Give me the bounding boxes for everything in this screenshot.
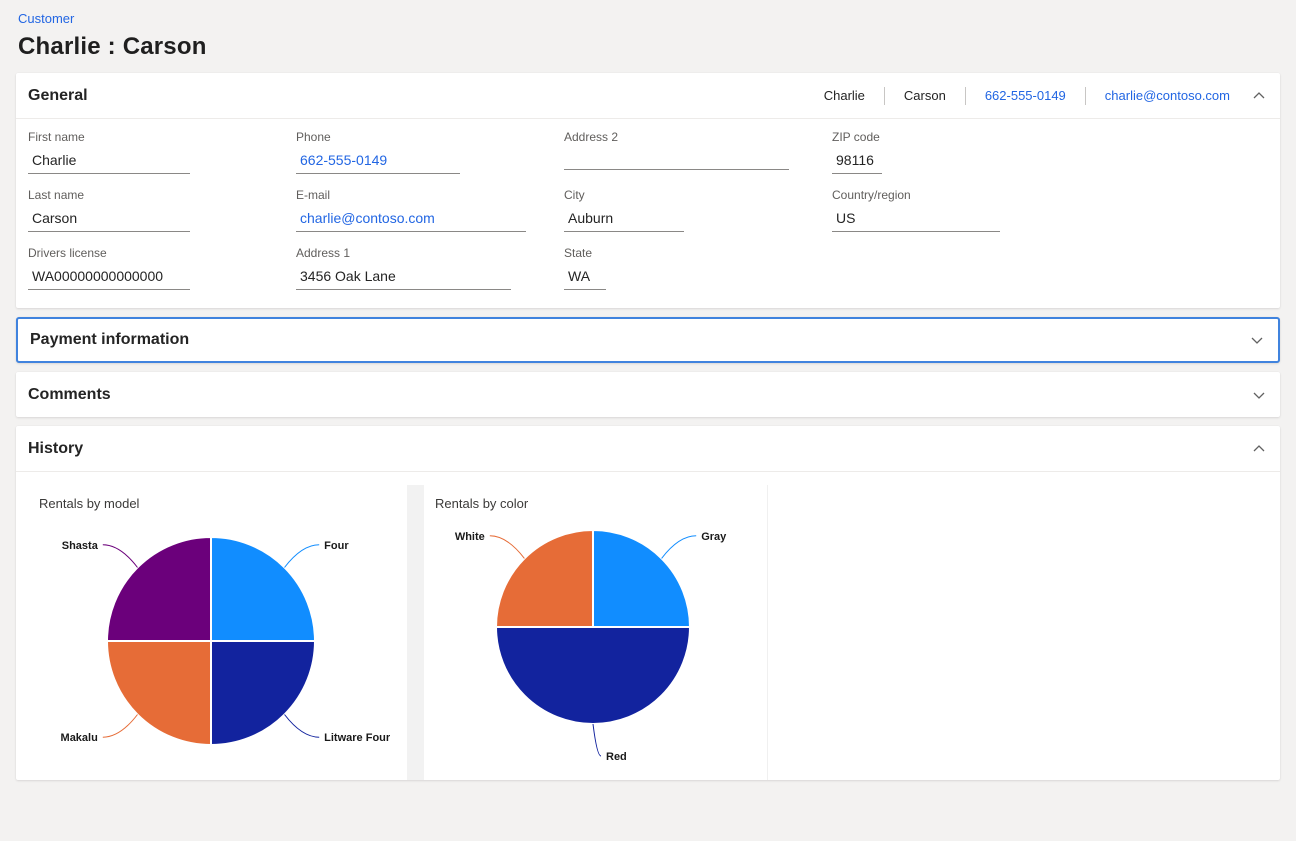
chart-tile-rentals-by-model: Rentals by model Four Litware Four Makalu Sh…	[28, 485, 407, 780]
e-mail-input[interactable]: charlie@contoso.com	[296, 208, 526, 232]
comments-section: Comments	[16, 372, 1280, 417]
comments-section-header[interactable]: Comments	[16, 372, 1280, 417]
label-leader-line	[490, 536, 525, 559]
pie-label-makalu: Makalu	[61, 732, 98, 744]
drivers-license-input[interactable]: WA00000000000000	[28, 266, 190, 290]
field-phone: Phone 662-555-0149	[296, 130, 564, 174]
pie-slice-red[interactable]	[496, 627, 690, 724]
summary-divider	[965, 87, 966, 105]
pie-label-white: White	[455, 531, 485, 543]
field-address-1: Address 1 3456 Oak Lane	[296, 246, 564, 290]
breadcrumb-customer[interactable]: Customer	[18, 11, 74, 26]
pie-chart-rentals-by-model: Four Litware Four Makalu Shasta	[28, 513, 407, 775]
payment-section-title: Payment information	[30, 331, 189, 349]
country-region-input[interactable]: US	[832, 208, 1000, 232]
summary-divider	[1085, 87, 1086, 105]
payment-section-header[interactable]: Payment information	[18, 319, 1278, 361]
phone-input[interactable]: 662-555-0149	[296, 150, 460, 174]
chevron-down-icon[interactable]	[1252, 388, 1266, 402]
label-leader-line	[285, 545, 320, 568]
field-label: City	[564, 188, 832, 202]
summary-charlie: Charlie	[824, 88, 865, 103]
label-leader-line	[662, 536, 697, 559]
general-section-title: General	[28, 87, 88, 105]
label-leader-line	[593, 724, 601, 756]
address-1-input[interactable]: 3456 Oak Lane	[296, 266, 511, 290]
label-leader-line	[103, 545, 138, 568]
field-label: E-mail	[296, 188, 564, 202]
pie-label-four: Four	[324, 540, 349, 552]
payment-information-section: Payment information	[16, 317, 1280, 363]
summary-662-555-0149[interactable]: 662-555-0149	[985, 88, 1066, 103]
field-state: State WA	[564, 246, 832, 290]
field-label: ZIP code	[832, 130, 1100, 144]
history-section: History Rentals by model Four Litware Four…	[16, 426, 1280, 780]
field-last-name: Last name Carson	[28, 188, 296, 232]
field-zip-code: ZIP code 98116	[832, 130, 1100, 174]
label-leader-line	[103, 715, 138, 738]
field-e-mail: E-mail charlie@contoso.com	[296, 188, 564, 232]
field-label: Address 2	[564, 130, 832, 144]
chevron-up-icon[interactable]	[1252, 89, 1266, 103]
general-fields-grid: First name Charlie Last name Carson Drivers …	[16, 119, 1280, 308]
field-label: First name	[28, 130, 296, 144]
page-title: Charlie : Carson	[18, 33, 1278, 61]
summary-charlie-contoso-com[interactable]: charlie@contoso.com	[1105, 88, 1230, 103]
general-section-header[interactable]: General Charlie Carson 662-555-0149 charlie…	[16, 73, 1280, 118]
field-label: Last name	[28, 188, 296, 202]
comments-section-title: Comments	[28, 386, 111, 404]
pie-label-shasta: Shasta	[62, 540, 99, 552]
summary-divider	[884, 87, 885, 105]
field-label: Country/region	[832, 188, 1100, 202]
section-divider	[16, 471, 1280, 472]
chart-tile-rentals-by-color: Rentals by color Gray Red White	[424, 485, 768, 780]
chart-title: Rentals by color	[424, 485, 767, 513]
field-label: State	[564, 246, 832, 260]
page-header: Customer Charlie : Carson	[0, 0, 1296, 73]
field-country-region: Country/region US	[832, 188, 1100, 232]
field-first-name: First name Charlie	[28, 130, 296, 174]
history-section-header[interactable]: History	[16, 426, 1280, 471]
field-label: Drivers license	[28, 246, 296, 260]
history-section-title: History	[28, 440, 83, 458]
field-city: City Auburn	[564, 188, 832, 232]
field-drivers-license: Drivers license WA00000000000000	[28, 246, 296, 290]
pie-label-litware-four: Litware Four	[324, 732, 391, 744]
chevron-up-icon[interactable]	[1252, 442, 1266, 456]
label-leader-line	[285, 715, 320, 738]
chart-title: Rentals by model	[28, 485, 407, 513]
history-charts: Rentals by model Four Litware Four Makalu Sh…	[28, 485, 768, 780]
pie-label-gray: Gray	[701, 531, 727, 543]
zip-code-input[interactable]: 98116	[832, 150, 882, 174]
last-name-input[interactable]: Carson	[28, 208, 190, 232]
field-label: Address 1	[296, 246, 564, 260]
field-address-2: Address 2	[564, 130, 832, 174]
pie-label-red: Red	[606, 751, 627, 763]
state-input[interactable]: WA	[564, 266, 606, 290]
general-summary: Charlie Carson 662-555-0149 charlie@contoso…	[824, 87, 1230, 105]
field-label: Phone	[296, 130, 564, 144]
city-input[interactable]: Auburn	[564, 208, 684, 232]
first-name-input[interactable]: Charlie	[28, 150, 190, 174]
address-2-input[interactable]	[564, 150, 789, 170]
summary-carson: Carson	[904, 88, 946, 103]
general-section: General Charlie Carson 662-555-0149 charlie…	[16, 73, 1280, 308]
pie-chart-rentals-by-color: Gray Red White	[424, 513, 767, 775]
chevron-down-icon[interactable]	[1250, 333, 1264, 347]
